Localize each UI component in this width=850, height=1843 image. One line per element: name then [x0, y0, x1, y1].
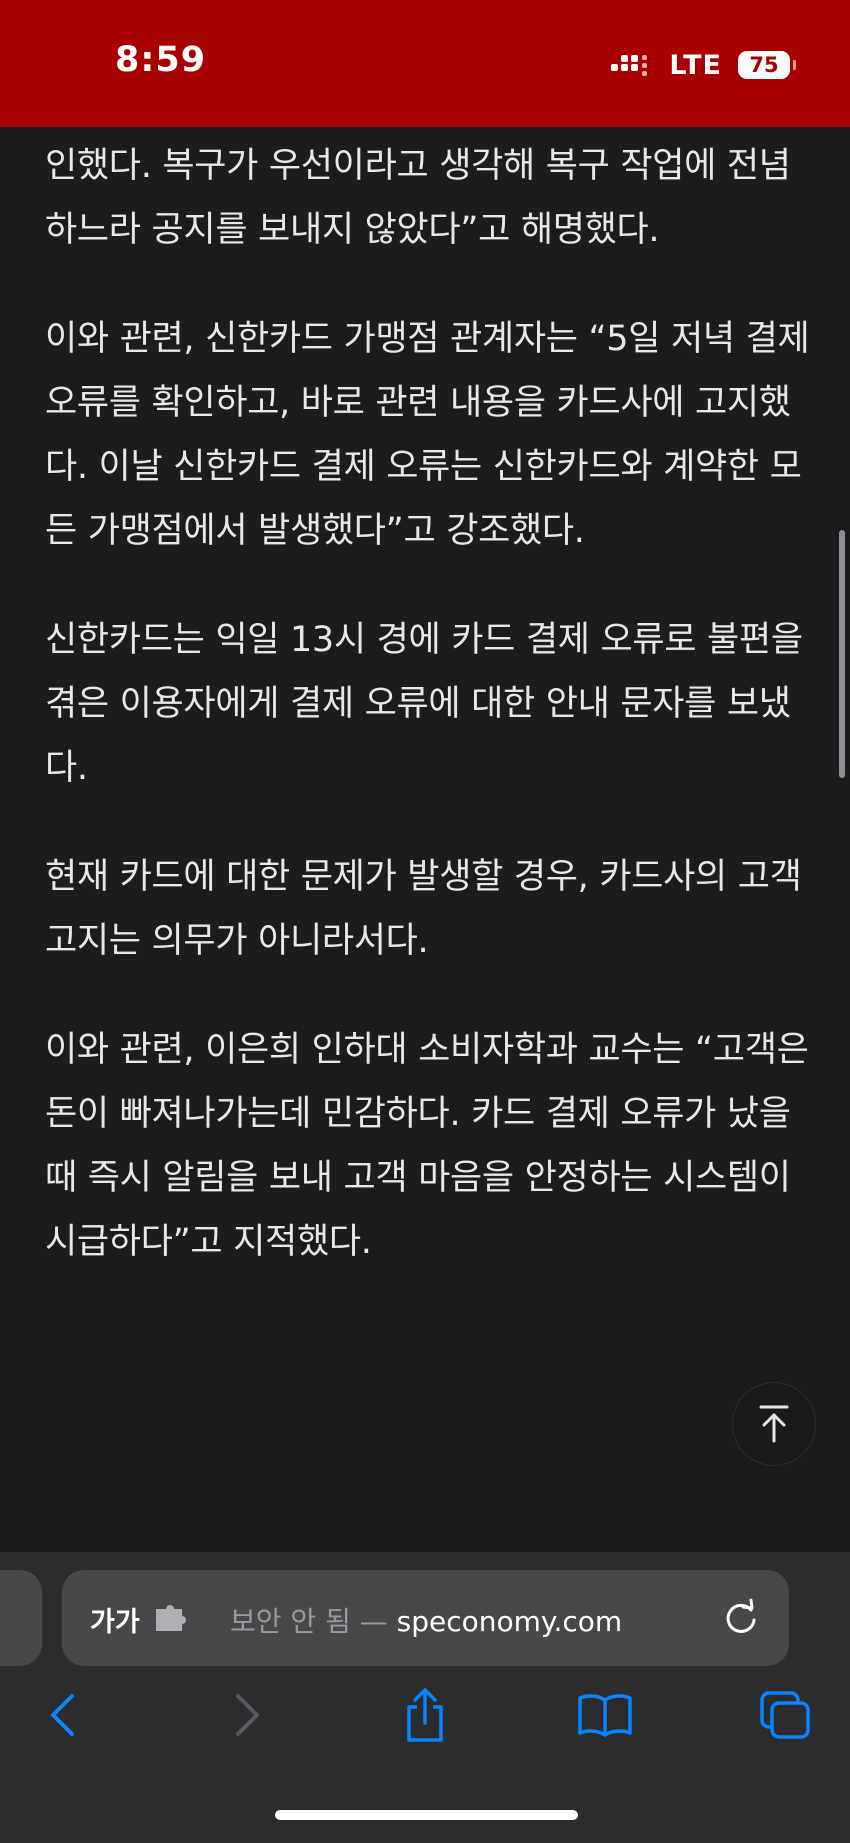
signal-icon [611, 52, 649, 78]
address-bar[interactable]: 가가 보안 안 됨 — speconomy.com [62, 1570, 789, 1666]
reload-icon[interactable] [721, 1598, 761, 1638]
puzzle-icon[interactable] [154, 1603, 190, 1633]
status-time: 8:59 [115, 40, 207, 80]
share-icon [407, 1688, 443, 1742]
article-body: 인했다. 복구가 우선이라고 생각해 복구 작업에 전념하느라 공지를 보내지 … [45, 127, 815, 1552]
battery-icon: 75 [738, 51, 796, 79]
back-button[interactable] [28, 1680, 98, 1750]
article-paragraph: 이와 관련, 신한카드 가맹점 관계자는 “5일 저녁 결제 오류를 확인하고,… [45, 319, 810, 551]
page-settings-button[interactable]: 가가 [90, 1600, 140, 1639]
battery-level: 75 [749, 53, 779, 77]
url-display[interactable]: 보안 안 됨 — speconomy.com [230, 1600, 622, 1640]
article-paragraph: 인했다. 복구가 우선이라고 생각해 복구 작업에 전념하느라 공지를 보내지 … [45, 146, 791, 250]
forward-button[interactable] [212, 1680, 282, 1750]
scroll-to-top-button[interactable] [732, 1382, 816, 1466]
chevron-right-icon [236, 1694, 259, 1736]
article-paragraph: 현재 카드에 대한 문제가 발생할 경우, 카드사의 고객 고지는 의무가 아니… [45, 857, 802, 961]
article-paragraph: 신한카드는 익일 13시 경에 카드 결제 오류로 불편을 겪은 이용자에게 결… [45, 620, 803, 788]
tabs-icon [760, 1691, 810, 1739]
share-button[interactable] [390, 1680, 460, 1750]
browser-toolbar: 가가 보안 안 됨 — speconomy.com [0, 1552, 850, 1843]
arrow-up-to-line-icon [759, 1405, 789, 1443]
domain: speconomy.com [396, 1605, 623, 1638]
network-type: LTE [669, 49, 722, 81]
book-icon [578, 1694, 632, 1737]
status-indicators: LTE 75 [611, 48, 796, 82]
tabs-button[interactable] [750, 1680, 820, 1750]
previous-tab-address-bar[interactable] [0, 1570, 42, 1666]
navigation-row [0, 1680, 850, 1764]
chevron-left-icon [51, 1694, 74, 1736]
home-indicator [275, 1810, 578, 1820]
scrollbar-thumb[interactable] [839, 530, 845, 778]
status-bar: 8:59 LTE 75 [0, 0, 850, 127]
article-paragraph: 이와 관련, 이은희 인하대 소비자학과 교수는 “고객은 돈이 빠져나가는데 … [45, 1030, 809, 1262]
security-warning: 보안 안 됨 — [230, 1605, 388, 1638]
bookmarks-button[interactable] [570, 1680, 640, 1750]
